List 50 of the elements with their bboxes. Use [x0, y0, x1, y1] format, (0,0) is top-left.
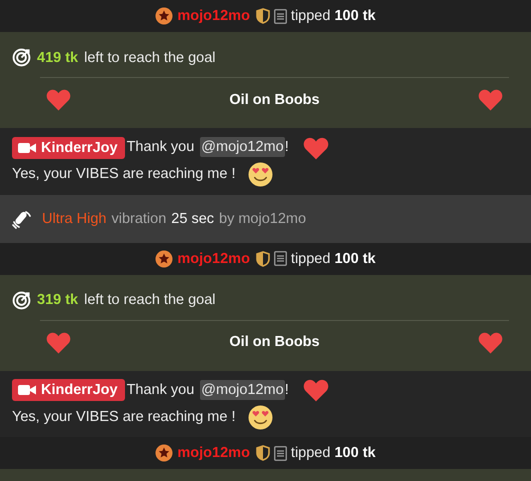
goal-amount: 319 tk: [37, 292, 78, 308]
message-text: Thank you: [126, 382, 194, 398]
vibration-strength: Ultra High: [42, 210, 106, 227]
shield-icon: [256, 445, 270, 462]
document-icon: [274, 251, 287, 266]
heart-icon: [46, 330, 71, 354]
mention-chip[interactable]: @mojo12mo: [200, 137, 285, 157]
goal-title: Oil on Boobs: [229, 334, 320, 350]
document-icon: [274, 446, 287, 461]
broadcaster-badge[interactable]: KinderrJoy: [12, 379, 125, 402]
tip-text: tipped 100 tk: [290, 8, 376, 24]
mention-chip[interactable]: @mojo12mo: [200, 380, 285, 400]
shield-icon: [256, 250, 270, 267]
tip-text: tipped 100 tk: [290, 250, 376, 267]
message-text: Yes, your VIBES are: [12, 408, 144, 425]
message-text: reaching me !: [148, 408, 236, 425]
goal-amount: 419 tk: [37, 50, 78, 66]
shield-icon: [256, 8, 270, 24]
target-icon: [12, 290, 31, 310]
heart-icon: [302, 378, 329, 402]
heart-icon: [478, 88, 503, 111]
username[interactable]: mojo12mo: [177, 250, 250, 267]
target-icon: [12, 48, 31, 67]
heart-icon: [478, 330, 503, 354]
tip-text: tipped 100 tk: [290, 445, 376, 462]
username[interactable]: mojo12mo: [177, 445, 250, 462]
goal-text: left to reach the goal: [84, 292, 216, 308]
document-icon: [274, 8, 287, 24]
star-badge-icon: [155, 250, 174, 268]
vibration-duration: 25 sec: [171, 210, 214, 227]
message-text: Yes, your VIBES are: [12, 166, 144, 182]
heart-icon: [46, 88, 71, 111]
camera-icon: [18, 142, 36, 154]
heart-icon: [302, 136, 329, 160]
vibration-label: vibration: [111, 210, 166, 227]
heart-eyes-emoji-icon: [248, 404, 273, 430]
broadcaster-badge[interactable]: KinderrJoy: [12, 136, 125, 158]
goal-title: Oil on Boobs: [229, 92, 320, 108]
message-text: !: [284, 139, 289, 155]
star-badge-icon: [155, 444, 174, 462]
message-text: Thank you: [126, 139, 194, 155]
star-badge-icon: [155, 7, 174, 25]
message-text: reaching me !: [148, 166, 236, 182]
vibration-icon: [12, 208, 32, 229]
camera-icon: [18, 384, 36, 396]
heart-eyes-emoji-icon: [248, 162, 273, 188]
vibration-sender: by mojo12mo: [219, 210, 306, 227]
goal-text: left to reach the goal: [84, 50, 216, 66]
message-text: !: [284, 382, 289, 398]
username[interactable]: mojo12mo: [177, 8, 250, 24]
